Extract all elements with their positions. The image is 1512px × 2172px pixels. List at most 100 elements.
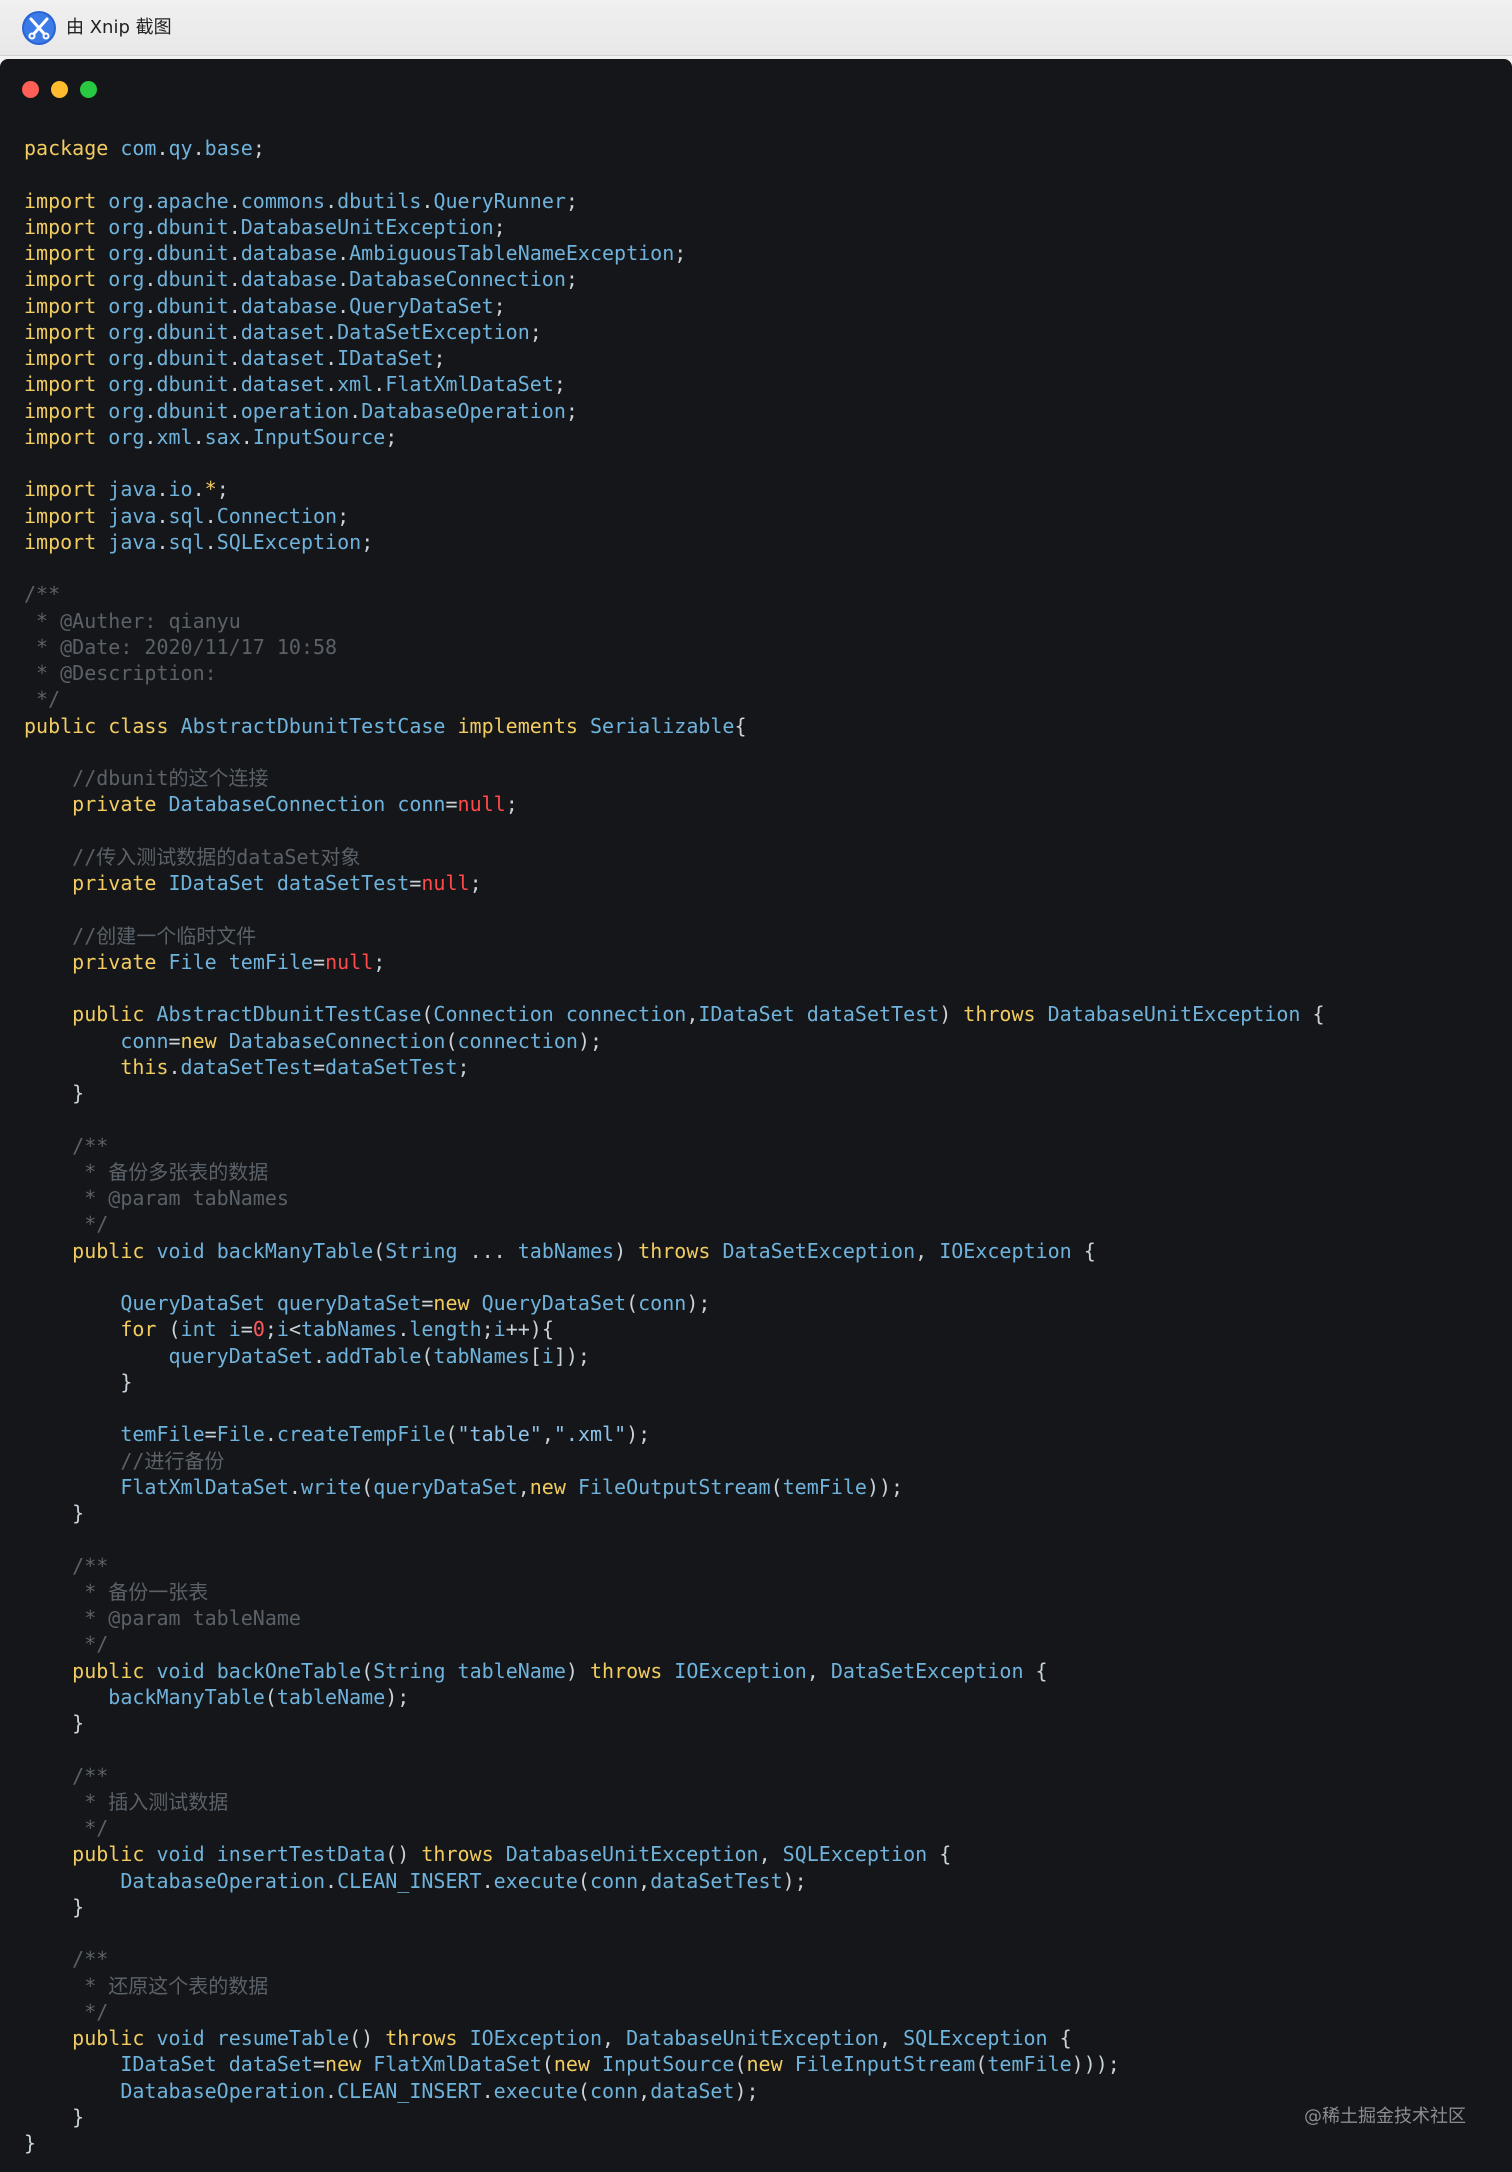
- code-token: conn: [589, 1868, 639, 1893]
- code-token: * @Description:: [24, 661, 217, 685]
- code-line: DatabaseOperation.CLEAN_INSERT.execute(c…: [24, 1868, 1325, 1894]
- code-token: execute: [493, 1868, 578, 1893]
- code-token: .: [228, 346, 241, 370]
- code-token: (: [156, 1317, 181, 1342]
- code-token: import: [24, 398, 97, 423]
- code-token: ;: [493, 293, 506, 318]
- code-token: import: [24, 503, 97, 528]
- code-token: ;: [565, 398, 578, 423]
- code-token: io: [168, 477, 193, 502]
- code-line: import java.io.*;: [24, 476, 1325, 502]
- code-line: package com.qy.base;: [24, 135, 1325, 161]
- code-token: temFile: [782, 1474, 867, 1499]
- code-token: addTable: [325, 1343, 422, 1368]
- code-token: }: [24, 2131, 37, 2155]
- code-token: {: [927, 1842, 952, 1867]
- code-token: package: [24, 136, 109, 160]
- code-token: .: [192, 136, 205, 160]
- code-line: import org.dbunit.dataset.IDataSet;: [24, 345, 1325, 371]
- code-token: ,: [915, 1238, 940, 1263]
- minimize-dot-icon[interactable]: [51, 81, 68, 98]
- code-token: CLEAN_INSERT: [337, 1868, 482, 1893]
- code-token: new: [325, 2052, 362, 2077]
- code-line: public void resumeTable() throws IOExcep…: [24, 2025, 1325, 2051]
- code-token: (: [445, 1028, 458, 1053]
- code-token: org: [108, 346, 145, 370]
- code-token: (: [577, 1868, 590, 1893]
- code-token: (: [421, 1343, 434, 1368]
- code-token: ;: [337, 503, 350, 528]
- code-token: <: [288, 1317, 301, 1342]
- code-line: * @Description:: [24, 660, 1325, 686]
- code-token: Serializable: [589, 713, 735, 738]
- code-token: ;: [433, 346, 446, 370]
- code-token: org: [108, 267, 145, 292]
- code-token: ;: [216, 477, 229, 502]
- window-controls: [22, 81, 97, 98]
- code-token: * 备份多张表的数据: [84, 1159, 269, 1184]
- code-token: .: [325, 1868, 338, 1893]
- code-line: }: [24, 2130, 1325, 2156]
- code-token: dataset: [240, 319, 326, 344]
- code-token: */: [84, 1212, 109, 1237]
- code-token: SQLException: [903, 2026, 1048, 2050]
- code-token: tableName: [457, 1658, 566, 1683]
- code-token: (: [734, 2052, 747, 2077]
- code-token: );: [385, 1684, 410, 1709]
- code-token: connection: [457, 1028, 578, 1053]
- code-token: (: [770, 1474, 783, 1499]
- code-token: null: [325, 949, 374, 974]
- zoom-dot-icon[interactable]: [80, 81, 97, 98]
- code-token: insertTestData: [216, 1842, 386, 1867]
- code-token: .: [228, 188, 241, 213]
- code-line: * 插入测试数据: [24, 1789, 1325, 1815]
- code-token: resumeTable: [216, 2026, 350, 2050]
- code-line: backManyTable(tableName);: [24, 1684, 1325, 1710]
- code-token: * @param tabNames: [84, 1186, 289, 1210]
- code-line: * 备份多张表的数据: [24, 1159, 1325, 1185]
- code-token: * 还原这个表的数据: [84, 1973, 269, 1998]
- code-token: public: [72, 1658, 145, 1683]
- code-token: (: [373, 1238, 386, 1263]
- code-token: [: [529, 1343, 542, 1368]
- code-line: * @Date: 2020/11/17 10:58: [24, 634, 1325, 660]
- code-token: //传入测试数据的dataSet对象: [72, 844, 361, 869]
- code-token: );: [626, 1422, 651, 1447]
- code-token: );: [686, 1291, 711, 1315]
- code-token: .: [156, 477, 169, 502]
- code-line: import org.apache.commons.dbutils.QueryR…: [24, 188, 1325, 214]
- code-token: .: [228, 293, 241, 318]
- code-token: ;: [493, 214, 506, 239]
- code-token: (: [975, 2052, 988, 2077]
- code-token: import: [24, 424, 97, 449]
- code-token: =: [168, 1028, 181, 1053]
- code-token: );: [782, 1868, 807, 1893]
- code-token: throws: [638, 1238, 711, 1263]
- code-token: /**: [72, 1553, 109, 1578]
- close-dot-icon[interactable]: [22, 81, 39, 98]
- code-line: }: [24, 1080, 1325, 1106]
- code-token: SQLException: [782, 1842, 928, 1867]
- code-token: import: [24, 529, 97, 554]
- code-token: (): [349, 2026, 386, 2050]
- code-token: xml: [156, 424, 193, 449]
- code-token: ;: [565, 267, 578, 292]
- code-token: */: [84, 1999, 109, 2024]
